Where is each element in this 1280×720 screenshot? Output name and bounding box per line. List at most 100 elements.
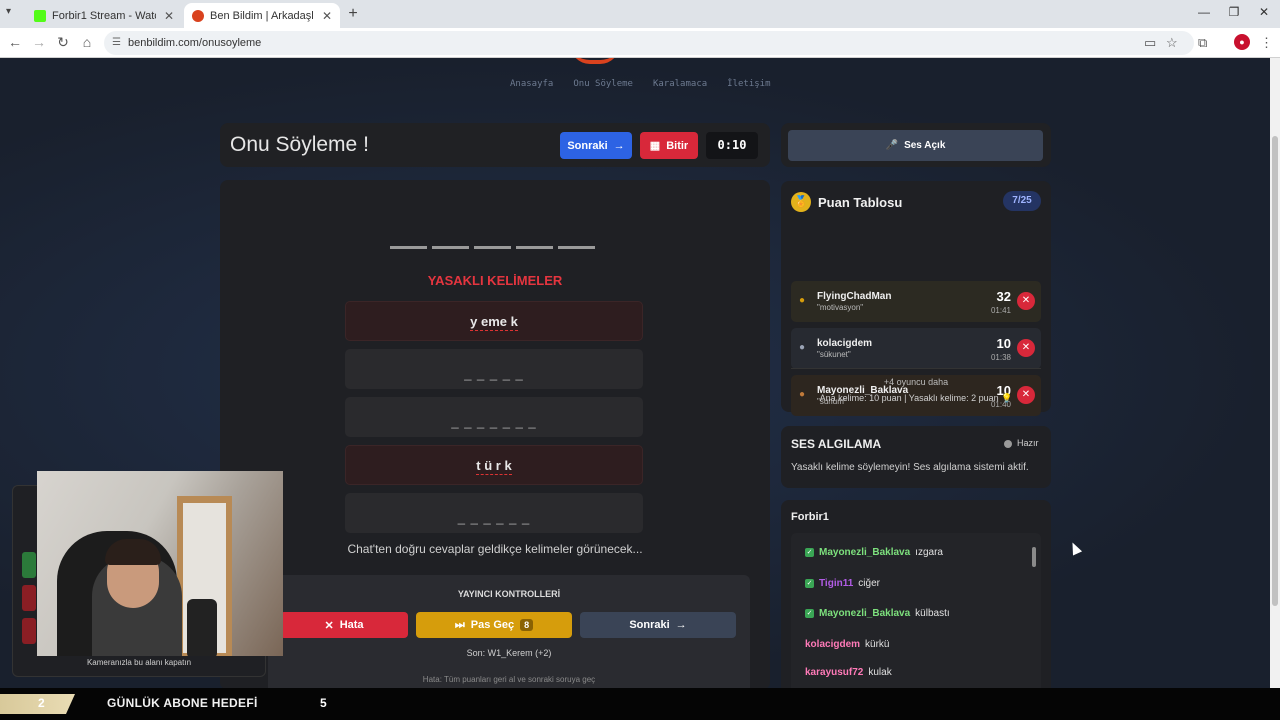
last-answer-info: Son: W1_Kerem (+2) [466, 648, 552, 658]
minimize-icon[interactable]: — [1194, 5, 1214, 19]
forbidden-word: t ü r k [345, 445, 643, 485]
check-icon: ✓ [805, 609, 814, 618]
next-button[interactable]: Sonraki → [560, 132, 632, 159]
site-info-icon[interactable]: ☰ [112, 37, 121, 48]
arrow-right-icon: → [675, 619, 687, 631]
url-text: benbildim.com/onusoyleme [128, 37, 262, 49]
sound-toggle-button[interactable]: 🎤 Ses Açık [788, 130, 1043, 161]
chat-message: kolacigdem kürkü [805, 639, 889, 650]
pass-button[interactable]: ⏭ Pas Geç 8 [416, 612, 572, 638]
camera-note: Kameranızla bu alanı kapatın [86, 658, 192, 667]
chat-text: kulak [868, 667, 892, 678]
tab-title: Ben Bildim | Arkadaşlarınla Onl [210, 9, 314, 22]
remove-player-icon[interactable]: ✕ [1017, 386, 1035, 404]
gold-medal-icon: ● [799, 295, 806, 306]
forbidden-word-text: _ _ _ _ _ _ _ [451, 414, 537, 429]
remove-player-icon[interactable]: ✕ [1017, 339, 1035, 357]
chat-user: kolacigdem [805, 639, 861, 650]
chat-text: ızgara [915, 547, 943, 558]
letter-slot [516, 246, 553, 249]
check-icon: ✓ [805, 579, 814, 588]
chat-text: ciğer [858, 578, 880, 589]
forbidden-word-text: _ _ _ _ _ [464, 366, 524, 381]
nav-home[interactable]: Anasayfa [510, 79, 553, 89]
forbidden-word: _ _ _ _ _ _ [345, 493, 643, 533]
side-button [22, 618, 36, 644]
remove-player-icon[interactable]: ✕ [1017, 292, 1035, 310]
forbidden-word-text: _ _ _ _ _ _ [457, 510, 531, 525]
page-scroll-thumb[interactable] [1272, 136, 1278, 606]
player-word: "motivasyon" [817, 303, 864, 312]
close-tab-icon[interactable]: ✕ [322, 9, 332, 23]
site-nav: Anasayfa Onu Söyleme Karalamaca İletişim [510, 79, 771, 89]
chat-scroll-thumb[interactable] [1032, 547, 1036, 567]
forbidden-word-text: t ü r k [476, 458, 512, 475]
bookmark-star-icon[interactable]: ☆ [1166, 35, 1178, 51]
profile-avatar-icon[interactable]: ● [1234, 34, 1250, 50]
extensions-icon[interactable]: ⧉ [1198, 35, 1207, 51]
chat-message: ✓ Tigin11 ciğer [805, 578, 880, 589]
site-logo[interactable] [570, 58, 620, 64]
player-word: "sükunet" [817, 350, 851, 359]
nav-onu-soyleme[interactable]: Onu Söyleme [573, 79, 633, 89]
chat-message: ✓ Mayonezli_Baklava ızgara [805, 547, 943, 558]
microphone-image [187, 599, 217, 656]
tab-ben-bildim[interactable]: Ben Bildim | Arkadaşlarınla Onl ✕ [184, 3, 340, 28]
goal-title: GÜNLÜK ABONE HEDEFİ [107, 696, 258, 710]
chat-user: Mayonezli_Baklava [819, 547, 911, 558]
error-button[interactable]: ✕ Hata [280, 612, 408, 638]
restore-icon[interactable]: ❐ [1224, 5, 1244, 19]
chat-title: Forbir1 [791, 511, 829, 523]
browser-menu-icon[interactable]: ⋮ [1260, 35, 1273, 51]
pass-label: Pas Geç [470, 619, 515, 631]
chat-panel: Forbir1 ✓ Mayonezli_Baklava ızgara ✓ Tig… [781, 500, 1051, 688]
silver-medal-icon: ● [799, 342, 806, 353]
next-label: Sonraki [629, 619, 670, 631]
hidden-word-dashes [390, 246, 595, 249]
x-icon: ✕ [324, 619, 334, 632]
sound-label: Ses Açık [904, 140, 946, 151]
checkered-flag-icon: ▦ [649, 140, 661, 152]
chat-text: kürkü [865, 639, 890, 650]
goal-current: 2 [38, 696, 45, 710]
cast-icon[interactable]: ▭ [1144, 35, 1156, 51]
address-row: ← → ↻ ⌂ ☰ benbildim.com/onusoyleme ▭ ☆ ⧉… [0, 28, 1280, 58]
close-tab-icon[interactable]: ✕ [164, 9, 174, 23]
letter-slot [474, 246, 511, 249]
tab-title: Forbir1 Stream - Watch Live on [52, 9, 156, 22]
voice-status: Hazır [1017, 438, 1039, 448]
voice-detection-panel: SES ALGILAMA Hazır Yasaklı kelime söylem… [781, 426, 1051, 488]
letter-slot [432, 246, 469, 249]
address-bar[interactable]: ☰ benbildim.com/onusoyleme [104, 31, 1194, 55]
nav-karalamaca[interactable]: Karalamaca [653, 79, 707, 89]
forbidden-word: y eme k [345, 301, 643, 341]
finish-button[interactable]: ▦ Bitir [640, 132, 698, 159]
chat-list[interactable]: ✓ Mayonezli_Baklava ızgara ✓ Tigin11 ciğ… [791, 533, 1041, 688]
score-row: ● Mayonezli_Baklava "sunum" 10 01:40 ✕ [791, 375, 1041, 416]
forward-icon[interactable]: → [30, 34, 48, 50]
back-icon[interactable]: ← [6, 34, 24, 50]
status-dot-icon [1004, 440, 1012, 448]
streamer-hair-image [105, 539, 161, 565]
reload-icon[interactable]: ↻ [54, 34, 72, 51]
chat-message: karayusuf72 kulak [805, 667, 892, 678]
player-points: 32 [996, 289, 1011, 304]
controls-next-button[interactable]: Sonraki → [580, 612, 736, 638]
chat-scrollbar[interactable] [1032, 537, 1036, 687]
scoreboard-title: Puan Tablosu [818, 195, 903, 210]
home-icon[interactable]: ⌂ [78, 34, 96, 50]
sound-panel: 🎤 Ses Açık [781, 123, 1051, 167]
new-tab-icon[interactable]: + [344, 5, 362, 23]
page-scrollbar[interactable] [1270, 58, 1280, 688]
trophy-icon: 🏅 [791, 192, 811, 212]
voice-title: SES ALGILAMA [791, 437, 882, 451]
tab-forbir1-stream[interactable]: Forbir1 Stream - Watch Live on ✕ [26, 3, 182, 28]
tab-search-icon[interactable]: ▾ [6, 6, 11, 17]
player-points: 10 [996, 383, 1011, 398]
player-time: 01:40 [990, 400, 1011, 409]
side-button [22, 552, 36, 578]
window-close-icon[interactable]: ✕ [1254, 5, 1274, 19]
kick-favicon-icon [34, 9, 46, 22]
player-points: 10 [996, 336, 1011, 351]
nav-contact[interactable]: İletişim [727, 79, 770, 89]
